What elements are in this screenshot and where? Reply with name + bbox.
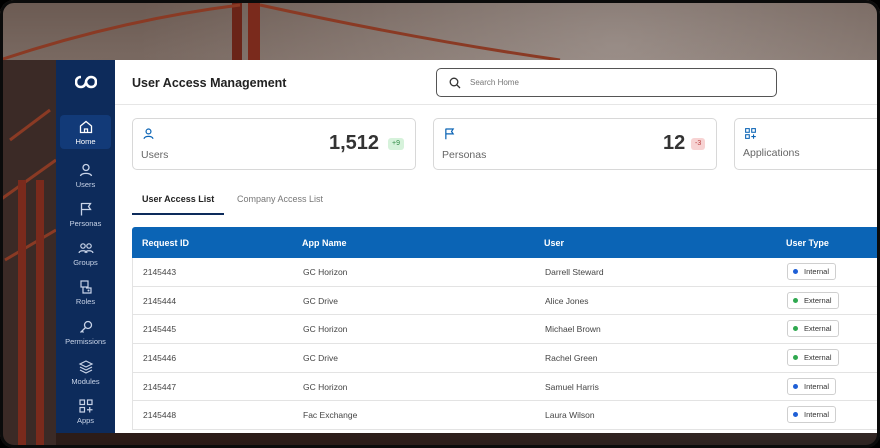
stat-label: Users <box>141 149 169 161</box>
table-row[interactable]: 2145445 GC Horizon Michael Brown External <box>132 315 880 345</box>
status-dot-icon <box>793 326 798 332</box>
cell-user: Darrell Steward <box>545 267 604 277</box>
cell-user: Laura Wilson <box>545 410 595 421</box>
cell-app-name: GC Horizon <box>303 381 348 392</box>
stat-delta-badge: -3 <box>691 138 706 150</box>
sidebar-item-label: Apps <box>76 415 95 425</box>
sidebar-item-label: Users <box>75 179 96 189</box>
column-header-user[interactable]: User <box>544 238 564 248</box>
search-input[interactable] <box>470 78 750 87</box>
table-row[interactable]: 2145444 GC Drive Alice Jones External <box>132 286 880 316</box>
sidebar-item-label: Groups <box>73 257 98 267</box>
stat-label: Personas <box>442 149 487 161</box>
table-row[interactable]: 2145447 GC Horizon Samuel Harris Internal <box>132 372 880 402</box>
user-type-badge: External <box>787 291 839 309</box>
column-header-user-type[interactable]: User Type <box>786 238 829 248</box>
user-type-label: Internal <box>804 410 830 420</box>
user-type-label: External <box>804 295 832 305</box>
status-dot-icon <box>793 297 798 303</box>
sidebar: Home Users Personas Groups Roles Permiss… <box>56 60 115 433</box>
cell-request-id: 2145444 <box>143 295 177 306</box>
sidebar-item-label: Home <box>75 136 96 146</box>
cell-user: Alice Jones <box>545 295 589 306</box>
home-icon <box>79 120 92 133</box>
group-icon <box>77 242 94 253</box>
access-table: Request ID App Name User User Type 21454… <box>132 227 880 431</box>
status-dot-icon <box>793 355 798 361</box>
sidebar-item-modules[interactable]: Modules <box>60 355 111 389</box>
cell-user: Rachel Green <box>545 353 598 364</box>
cell-request-id: 2145443 <box>143 267 177 277</box>
roles-icon <box>79 280 92 294</box>
user-icon <box>143 128 154 140</box>
stat-card-personas[interactable]: Personas 12 -3 <box>433 118 717 170</box>
sidebar-item-label: Roles <box>75 296 96 306</box>
table-row[interactable]: 2145446 GC Drive Rachel Green External <box>132 344 880 373</box>
stat-value: 1,512 <box>329 132 380 154</box>
sidebar-item-label: Personas <box>69 218 102 228</box>
page-title: User Access Management <box>132 76 287 90</box>
status-dot-icon <box>793 383 798 389</box>
tab-user-access-list[interactable]: User Access List <box>132 190 225 215</box>
apps-icon <box>78 399 93 413</box>
table-body: 2145443 GC Horizon Darrell Steward Internal… <box>132 258 880 431</box>
sidebar-item-roles[interactable]: Roles <box>60 275 111 309</box>
sidebar-item-personas[interactable]: Personas <box>60 197 111 231</box>
main-content: User Access Management Users 1,512 +9 Pe… <box>115 60 880 433</box>
user-type-badge: Internal <box>787 406 837 424</box>
flag-icon <box>445 128 455 140</box>
table-row[interactable]: 2145448 Fac Exchange Laura Wilson Internal <box>132 401 880 431</box>
cell-app-name: GC Drive <box>303 295 338 306</box>
cell-request-id: 2145446 <box>143 353 177 364</box>
search-bar[interactable] <box>436 68 777 97</box>
sidebar-item-groups[interactable]: Groups <box>60 236 111 270</box>
search-icon <box>449 77 461 88</box>
sidebar-item-label: Modules <box>71 376 100 386</box>
cell-app-name: GC Horizon <box>303 324 348 335</box>
app-window: Home Users Personas Groups Roles Permiss… <box>56 60 880 433</box>
stat-label: Applications <box>743 147 800 159</box>
column-header-app-name[interactable]: App Name <box>302 238 347 248</box>
sidebar-item-home[interactable]: Home <box>60 115 111 149</box>
sidebar-item-permissions[interactable]: Permissions <box>60 315 111 349</box>
key-icon <box>79 320 92 333</box>
cell-user: Michael Brown <box>545 324 601 335</box>
table-row[interactable]: 2145443 GC Horizon Darrell Steward Internal <box>132 258 880 287</box>
cell-app-name: GC Drive <box>303 353 338 364</box>
user-type-label: External <box>804 353 832 363</box>
stat-delta-badge: +9 <box>388 138 404 150</box>
sidebar-item-label: Permissions <box>65 336 106 346</box>
user-type-label: Internal <box>804 381 830 391</box>
sidebar-item-users[interactable]: Users <box>60 158 111 192</box>
cell-app-name: GC Horizon <box>303 267 348 277</box>
infinity-logo-icon[interactable] <box>56 60 115 104</box>
status-dot-icon <box>793 412 798 418</box>
cell-app-name: Fac Exchange <box>303 410 358 421</box>
tab-company-access-list[interactable]: Company Access List <box>237 190 323 215</box>
sidebar-item-apps[interactable]: Apps <box>60 394 111 428</box>
user-type-label: External <box>804 324 832 334</box>
table-header: Request ID App Name User User Type <box>132 227 880 258</box>
cell-user: Samuel Harris <box>545 381 599 392</box>
cell-request-id: 2145448 <box>143 410 177 421</box>
user-type-badge: Internal <box>787 377 837 395</box>
stat-card-applications[interactable]: Applications <box>734 118 880 170</box>
user-type-badge: External <box>787 320 839 338</box>
user-icon <box>79 163 92 177</box>
stat-card-users[interactable]: Users 1,512 +9 <box>132 118 416 170</box>
apps-icon <box>745 128 756 139</box>
flag-icon <box>80 202 92 216</box>
column-header-request-id[interactable]: Request ID <box>142 238 189 248</box>
stat-value: 12 <box>663 132 686 154</box>
user-type-badge: External <box>787 349 839 367</box>
user-type-badge: Internal <box>787 263 837 280</box>
cell-request-id: 2145445 <box>143 324 177 335</box>
status-dot-icon <box>793 269 798 274</box>
header-divider <box>115 104 880 105</box>
layers-icon <box>78 360 93 374</box>
cell-request-id: 2145447 <box>143 381 177 392</box>
user-type-label: Internal <box>804 267 830 276</box>
